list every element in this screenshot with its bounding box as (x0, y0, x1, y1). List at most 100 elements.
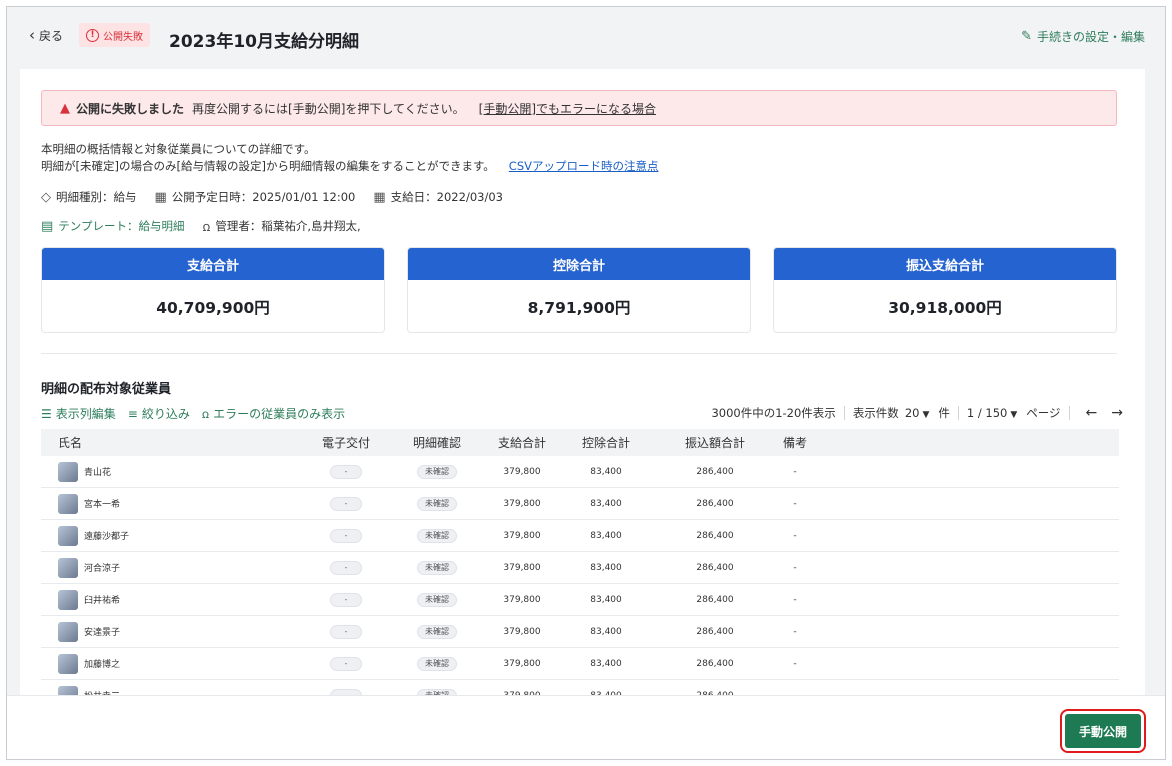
template-link[interactable]: ▤ テンプレート：給与明細 (41, 217, 184, 235)
meta-pay-date: ▦ 支給日：2022/03/03 (373, 189, 503, 205)
e-delivery-badge: - (330, 464, 362, 479)
cell-e-delivery: - (305, 560, 387, 575)
cell-name: 臼井祐希 (41, 589, 305, 610)
users-icon: ꭥ (202, 220, 211, 235)
caret-down-icon: ▼ (922, 410, 930, 420)
manual-publish-button[interactable]: 手動公開 (1060, 709, 1146, 753)
cell-pay-total: 379,800 (503, 562, 541, 573)
edit-procedure-link[interactable]: ✎ 手続きの設定・編集 (1021, 28, 1145, 45)
meta-pay-date-label: 支給日：2022/03/03 (390, 190, 503, 204)
header-confirmation[interactable]: 明細確認 (387, 434, 487, 451)
edit-columns-button[interactable]: ☰ 表示列編集 (41, 405, 116, 422)
table-row[interactable]: 松井幸三-未確認379,80083,400286,400- (41, 680, 1119, 695)
e-delivery-badge: - (330, 528, 362, 543)
errors-only-button[interactable]: ꭥ エラーの従業員のみ表示 (202, 405, 345, 422)
table-row[interactable]: 遠藤沙都子 - 未確認 379,800 83,400 286,400 - (41, 520, 1119, 552)
per-page-label: 表示件数 (852, 406, 899, 420)
cell-note: - (793, 594, 797, 605)
employee-table: 氏名 電子交付 明細確認 支給合計 控除合計 振込額合計 備考 青山花 - 未確認 3… (41, 429, 1119, 695)
cell-note: - (793, 658, 797, 669)
avatar (58, 525, 78, 546)
table-row[interactable]: 加藤博之 - 未確認 379,800 83,400 286,400 - (41, 648, 1119, 680)
cell-note: - (793, 626, 797, 637)
table-row[interactable]: 青山花 - 未確認 379,800 83,400 286,400 - (41, 456, 1119, 488)
pager-separator (843, 406, 845, 420)
per-page-unit: 件 (938, 406, 950, 420)
table-row[interactable]: 宮本一希 - 未確認 379,800 83,400 286,400 - (41, 488, 1119, 520)
alert-circle-icon: ! (86, 28, 99, 42)
prev-page-icon[interactable]: ← (1086, 405, 1098, 421)
header-e-delivery[interactable]: 電子交付 (305, 434, 387, 451)
list-edit-icon: ☰ (41, 406, 52, 421)
cell-note: - (793, 530, 797, 541)
edit-columns-label: 表示列編集 (55, 407, 116, 421)
meta-publish-date-label: 公開予定日時：2025/01/01 12:00 (171, 190, 356, 204)
confirmation-badge: 未確認 (417, 560, 457, 575)
template-label: テンプレート：給与明細 (58, 219, 185, 233)
cell-e-delivery: - (305, 592, 387, 607)
per-page-select[interactable]: 20 ▼ (905, 406, 933, 420)
cell-confirmation: 未確認 (387, 528, 487, 543)
page-select[interactable]: 1 / 150 ▼ (967, 406, 1020, 420)
total-deduction-card: 控除合計 8,791,900円 (407, 247, 751, 333)
cell-pay-total: 379,800 (503, 530, 541, 541)
avatar (58, 493, 78, 514)
alert-help-link[interactable]: [手動公開]でもエラーになる場合 (479, 100, 656, 117)
csv-notes-link[interactable]: CSVアップロード時の注意点 (509, 159, 659, 173)
cell-name: 河合涼子 (41, 557, 305, 578)
header-pay-total[interactable]: 支給合計 (487, 434, 557, 451)
cell-transfer-total: 286,400 (696, 466, 734, 477)
cell-confirmation: 未確認 (387, 560, 487, 575)
confirmation-badge: 未確認 (417, 528, 457, 543)
cell-pay-total: 379,800 (503, 594, 541, 605)
edit-procedure-label: 手続きの設定・編集 (1036, 30, 1145, 44)
document-icon: ▤ (41, 218, 54, 234)
filter-button[interactable]: ≡ 絞り込み (128, 405, 190, 422)
cell-note: - (793, 498, 797, 509)
cell-deduction-total: 83,400 (590, 594, 622, 605)
cell-transfer-total: 286,400 (696, 658, 734, 669)
next-page-icon[interactable]: → (1111, 405, 1123, 421)
header-note[interactable]: 備考 (775, 434, 815, 451)
page-title: 2023年10月支給分明細 (169, 32, 359, 52)
header-transfer-total[interactable]: 振込額合計 (655, 434, 775, 451)
table-row[interactable]: 安達景子 - 未確認 379,800 83,400 286,400 - (41, 616, 1119, 648)
tag-icon: ◇ (41, 189, 51, 205)
avatar (58, 461, 78, 482)
status-badge: ! 公開失敗 (79, 23, 150, 47)
per-page-value: 20 (904, 406, 920, 420)
table-body: 青山花 - 未確認 379,800 83,400 286,400 - 宮本一希 - 未確認 379,… (41, 456, 1119, 695)
cell-confirmation: 未確認 (387, 592, 487, 607)
cell-confirmation: 未確認 (387, 624, 487, 639)
cell-deduction-total: 83,400 (590, 562, 622, 573)
meta-type: ◇ 明細種別：給与 (41, 189, 137, 205)
pager-separator (957, 406, 959, 420)
table-toolbar: ☰ 表示列編集 ≡ 絞り込み ꭥ エラーの従業員のみ表示 (41, 405, 345, 422)
warning-icon: ▲ (60, 100, 70, 116)
description-line-1: 本明細の概括情報と対象従業員についての詳細です。 (41, 142, 316, 156)
confirmation-badge: 未確認 (417, 656, 457, 671)
confirmation-badge: 未確認 (417, 624, 457, 639)
avatar (58, 621, 78, 642)
table-row[interactable]: 河合涼子 - 未確認 379,800 83,400 286,400 - (41, 552, 1119, 584)
cell-name: 加藤博之 (41, 653, 305, 674)
divider (41, 353, 1117, 354)
cell-transfer-total: 286,400 (696, 626, 734, 637)
total-pay-label: 支給合計 (42, 248, 384, 280)
cell-name: 松井幸三 (41, 685, 305, 695)
header-name[interactable]: 氏名 (41, 434, 305, 451)
employee-name: 青山花 (84, 468, 112, 478)
cell-e-delivery: - (305, 528, 387, 543)
avatar (58, 653, 78, 674)
e-delivery-badge: - (330, 592, 362, 607)
meta-managers: ꭥ 管理者：稲葉祐介,島井翔太, (202, 217, 360, 235)
caret-down-icon: ▼ (1010, 410, 1018, 420)
cell-transfer-total: 286,400 (696, 594, 734, 605)
total-transfer-value: 30,918,000円 (888, 299, 1002, 317)
back-button[interactable]: ‹ 戻る (29, 27, 63, 44)
header-deduction-total[interactable]: 控除合計 (557, 434, 655, 451)
cell-deduction-total: 83,400 (590, 498, 622, 509)
cell-note: - (793, 466, 797, 477)
table-row[interactable]: 臼井祐希 - 未確認 379,800 83,400 286,400 - (41, 584, 1119, 616)
status-badge-label: 公開失敗 (103, 31, 143, 43)
